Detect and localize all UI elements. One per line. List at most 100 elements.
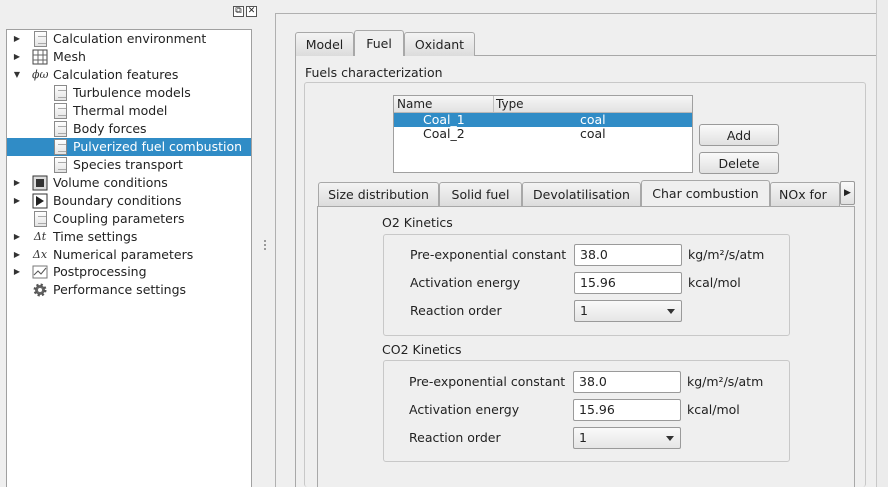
expand-arrow-right-icon[interactable]: ▶ xyxy=(12,52,22,62)
tab-solid-fuel[interactable]: Solid fuel xyxy=(439,182,522,206)
co2-pre-exp-unit: kg/m²/s/atm xyxy=(687,374,764,389)
document-icon xyxy=(54,157,67,173)
tree-item-calculation-environment[interactable]: ▶ Calculation environment xyxy=(7,30,251,48)
tree-item-performance-settings[interactable]: Performance settings xyxy=(7,281,251,299)
expand-arrow-right-icon[interactable]: ▶ xyxy=(12,178,22,188)
tree-item-pulverized-fuel-combustion[interactable]: Pulverized fuel combustion xyxy=(7,138,251,156)
tree-item-turbulence-models[interactable]: Turbulence models xyxy=(7,84,251,102)
navigation-tree[interactable]: ▶ Calculation environment ▶ Mesh ▼ ϕω Calculat… xyxy=(6,29,252,487)
tree-item-label: Boundary conditions xyxy=(53,193,182,208)
tab-devolatilisation-label: Devolatilisation xyxy=(533,187,630,202)
tree-item-body-forces[interactable]: Body forces xyxy=(7,120,251,138)
tab-char-combustion[interactable]: Char combustion xyxy=(641,180,770,206)
tree-item-label: Thermal model xyxy=(73,103,168,118)
o2-pre-exp-input[interactable]: 38.0 xyxy=(574,244,682,266)
o2-pre-exp-unit: kg/m²/s/atm xyxy=(688,247,765,262)
expand-arrow-down-icon[interactable]: ▼ xyxy=(12,70,22,80)
expand-arrow-right-icon[interactable]: ▶ xyxy=(12,250,22,260)
expand-arrow-right-icon[interactable]: ▶ xyxy=(12,267,22,277)
tree-item-coupling-parameters[interactable]: Coupling parameters xyxy=(7,210,251,228)
dock-title-bar xyxy=(0,0,262,22)
tree-item-thermal-model[interactable]: Thermal model xyxy=(7,102,251,120)
delete-button[interactable]: Delete xyxy=(699,152,779,174)
co2-activation-label: Activation energy xyxy=(409,402,520,417)
table-row[interactable]: Coal_2 coal xyxy=(394,126,692,141)
tab-fuel[interactable]: Fuel xyxy=(354,30,404,56)
tree-item-label: Mesh xyxy=(53,49,86,64)
tree-item-label: Calculation environment xyxy=(53,31,207,46)
chart-icon xyxy=(32,264,48,280)
tree-item-label: Volume conditions xyxy=(53,175,168,190)
tree-item-label: Turbulence models xyxy=(73,85,191,100)
column-header-type[interactable]: Type xyxy=(496,97,524,111)
o2-activation-label: Activation energy xyxy=(410,275,521,290)
o2-order-value: 1 xyxy=(580,303,588,318)
co2-order-label: Reaction order xyxy=(409,430,501,445)
tree-item-postprocessing[interactable]: ▶ Postprocessing xyxy=(7,263,251,281)
expand-arrow-right-icon[interactable]: ▶ xyxy=(12,232,22,242)
cell-name: Coal_1 xyxy=(423,112,465,127)
document-icon xyxy=(54,121,67,137)
tree-item-label: Pulverized fuel combustion xyxy=(73,139,243,154)
tree-item-species-transport[interactable]: Species transport xyxy=(7,156,251,174)
tree-item-numerical-parameters[interactable]: ▶ Δx Numerical parameters xyxy=(7,246,251,264)
splitter-handle[interactable] xyxy=(262,0,275,487)
co2-pre-exp-input[interactable]: 38.0 xyxy=(573,371,681,393)
float-dock-button[interactable]: ⧉ xyxy=(233,6,244,17)
tree-item-calculation-features[interactable]: ▼ ϕω Calculation features xyxy=(7,66,251,84)
co2-kinetics-title: CO2 Kinetics xyxy=(382,342,462,357)
fuels-table[interactable]: Name Type Coal_1 coal Coal_2 coal xyxy=(393,95,693,173)
document-icon xyxy=(54,85,67,101)
tree-item-label: Postprocessing xyxy=(53,264,147,279)
tab-scroll-right-button[interactable]: ▶ xyxy=(840,181,855,205)
o2-order-select[interactable]: 1 xyxy=(574,300,682,322)
co2-activation-unit: kcal/mol xyxy=(687,402,740,417)
tree-item-label: Coupling parameters xyxy=(53,211,185,226)
tab-size-distribution[interactable]: Size distribution xyxy=(318,182,439,206)
add-button[interactable]: Add xyxy=(699,124,779,146)
delta-x-icon: Δx xyxy=(32,248,48,261)
document-icon xyxy=(54,139,67,155)
o2-activation-unit: kcal/mol xyxy=(688,275,741,290)
document-icon xyxy=(34,31,47,47)
tree-item-boundary-conditions[interactable]: ▶ Boundary conditions xyxy=(7,192,251,210)
tab-nox-formation-label: NOx for xyxy=(779,187,827,202)
tab-oxidant[interactable]: Oxidant xyxy=(404,32,475,56)
delta-t-icon: Δt xyxy=(33,230,47,243)
o2-kinetics-title: O2 Kinetics xyxy=(382,215,453,230)
tab-solid-fuel-label: Solid fuel xyxy=(451,187,510,202)
fuels-group-title: Fuels characterization xyxy=(305,65,443,80)
co2-pre-exp-label: Pre-exponential constant xyxy=(409,374,566,389)
expand-arrow-right-icon[interactable]: ▶ xyxy=(12,34,22,44)
boundary-icon xyxy=(32,193,48,209)
co2-activation-input[interactable]: 15.96 xyxy=(573,399,681,421)
cell-type: coal xyxy=(580,126,606,141)
co2-order-select[interactable]: 1 xyxy=(573,427,681,449)
tab-oxidant-label: Oxidant xyxy=(414,37,465,52)
table-header: Name Type xyxy=(394,96,692,113)
gear-icon xyxy=(32,282,48,298)
tree-item-label: Species transport xyxy=(73,157,183,172)
expand-arrow-right-icon[interactable]: ▶ xyxy=(12,196,22,206)
document-icon xyxy=(54,103,67,119)
tab-model[interactable]: Model xyxy=(295,32,354,56)
tree-item-mesh[interactable]: ▶ Mesh xyxy=(7,48,251,66)
document-icon xyxy=(34,211,47,227)
chevron-down-icon xyxy=(666,436,674,441)
close-dock-button[interactable]: ✕ xyxy=(246,6,257,17)
vertical-scrollbar[interactable] xyxy=(876,0,888,487)
tree-item-volume-conditions[interactable]: ▶ Volume conditions xyxy=(7,174,251,192)
tab-size-distribution-label: Size distribution xyxy=(328,187,429,202)
column-header-name[interactable]: Name xyxy=(397,97,432,111)
table-row[interactable]: Coal_1 coal xyxy=(394,112,692,127)
tab-devolatilisation[interactable]: Devolatilisation xyxy=(522,182,641,206)
tab-char-combustion-label: Char combustion xyxy=(652,186,759,201)
tree-item-time-settings[interactable]: ▶ Δt Time settings xyxy=(7,228,251,246)
volume-icon xyxy=(32,175,48,191)
tree-item-label: Performance settings xyxy=(53,282,187,297)
tab-nox-formation[interactable]: NOx for xyxy=(770,182,840,206)
tree-item-label: Time settings xyxy=(53,229,138,244)
cell-name: Coal_2 xyxy=(423,126,465,141)
o2-pre-exp-label: Pre-exponential constant xyxy=(410,247,567,262)
o2-activation-input[interactable]: 15.96 xyxy=(574,272,682,294)
